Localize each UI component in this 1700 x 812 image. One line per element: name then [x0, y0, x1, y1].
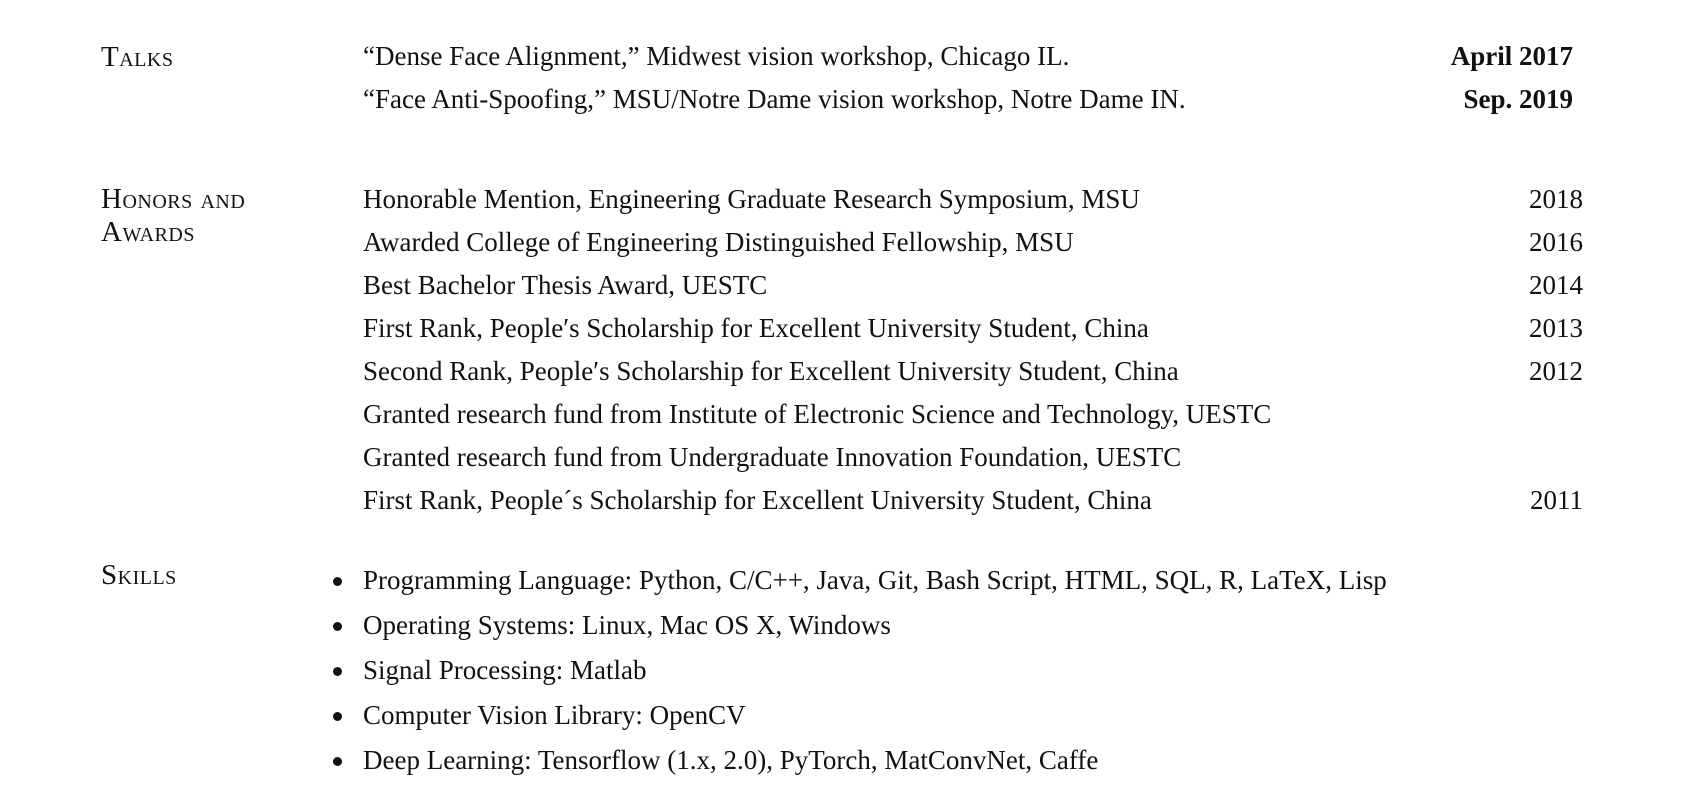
bullet-icon [333, 712, 342, 721]
skill-text: Programming Language: Python, C/C++, Jav… [363, 565, 1387, 595]
award-year: 2012 [1529, 356, 1583, 386]
talk-date: Sep. 2019 [1463, 84, 1573, 114]
skill-item: Deep Learning: Tensorflow (1.x, 2.0), Py… [333, 738, 1633, 782]
skills-heading: Skills [101, 559, 177, 591]
bullet-icon [333, 622, 342, 631]
award-text: Awarded College of Engineering Distingui… [363, 227, 1074, 257]
honors-heading-line1: Honors and [101, 183, 246, 215]
skill-text: Operating Systems: Linux, Mac OS X, Wind… [363, 610, 891, 640]
skill-item: Operating Systems: Linux, Mac OS X, Wind… [333, 603, 1633, 647]
talks-heading: Talks [101, 41, 174, 73]
award-item: First Rank, People′s Scholarship for Exc… [363, 307, 1583, 350]
award-text: Granted research fund from Institute of … [363, 399, 1272, 429]
award-text: First Rank, People´s Scholarship for Exc… [363, 485, 1152, 515]
skill-item: Computer Vision Library: OpenCV [333, 693, 1633, 737]
award-text: First Rank, People′s Scholarship for Exc… [363, 313, 1149, 343]
skill-text: Signal Processing: Matlab [363, 655, 647, 685]
award-text: Honorable Mention, Engineering Graduate … [363, 184, 1140, 214]
award-year: 2018 [1529, 184, 1583, 214]
skill-item: Programming Language: Python, C/C++, Jav… [333, 558, 1633, 602]
award-item: Best Bachelor Thesis Award, UESTC 2014 [363, 264, 1583, 307]
award-text: Granted research fund from Undergraduate… [363, 442, 1182, 472]
skill-text: Computer Vision Library: OpenCV [363, 700, 746, 730]
award-item: Awarded College of Engineering Distingui… [363, 221, 1583, 264]
award-item: Honorable Mention, Engineering Graduate … [363, 178, 1583, 221]
skill-item: Signal Processing: Matlab [333, 648, 1633, 692]
award-item: Granted research fund from Institute of … [363, 393, 1573, 436]
talk-item: “Face Anti-Spoofing,” MSU/Notre Dame vis… [363, 78, 1573, 121]
award-year: 2011 [1530, 485, 1583, 515]
award-text: Second Rank, People′s Scholarship for Ex… [363, 356, 1179, 386]
talk-title: “Dense Face Alignment,” Midwest vision w… [363, 41, 1070, 71]
award-year: 2016 [1529, 227, 1583, 257]
talk-title: “Face Anti-Spoofing,” MSU/Notre Dame vis… [363, 84, 1186, 114]
bullet-icon [333, 757, 342, 766]
award-text: Best Bachelor Thesis Award, UESTC [363, 270, 768, 300]
award-item: Second Rank, People′s Scholarship for Ex… [363, 350, 1583, 393]
bullet-icon [333, 667, 342, 676]
bullet-icon [333, 577, 342, 586]
talk-date: April 2017 [1450, 41, 1573, 71]
honors-heading-line2: Awards [101, 216, 195, 248]
award-year: 2013 [1529, 313, 1583, 343]
award-item: First Rank, People´s Scholarship for Exc… [363, 479, 1583, 522]
award-item: Granted research fund from Undergraduate… [363, 436, 1573, 479]
skill-text: Deep Learning: Tensorflow (1.x, 2.0), Py… [363, 745, 1099, 775]
talk-item: “Dense Face Alignment,” Midwest vision w… [363, 35, 1573, 78]
award-year: 2014 [1529, 270, 1583, 300]
